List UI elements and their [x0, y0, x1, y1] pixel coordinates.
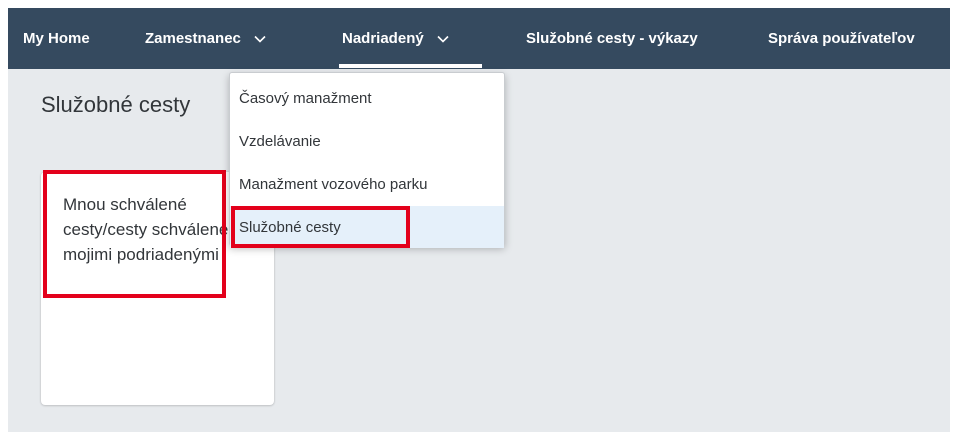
menu-item-casovy-manazment[interactable]: Časový manažment: [230, 77, 504, 119]
tile-title: Mnou schválené cesty/cesty schválené moj…: [63, 195, 229, 264]
nav-item-sprava-pouzivatelov[interactable]: Správa používateľov: [768, 8, 915, 69]
menu-item-manazment-vozoveho-parku[interactable]: Manažment vozového parku: [230, 163, 504, 205]
nav-item-label: Správa používateľov: [768, 30, 915, 47]
dropdown-menu: Časový manažment Vzdelávanie Manažment v…: [229, 72, 505, 248]
chevron-down-icon: [253, 32, 267, 46]
menu-item-label: Služobné cesty: [239, 218, 341, 236]
menu-item-label: Vzdelávanie: [239, 132, 321, 150]
page-title: Služobné cesty: [41, 92, 191, 117]
shell-bar: My Home Zamestnanec Nadriadený Služobné …: [8, 8, 950, 69]
menu-item-label: Časový manažment: [239, 89, 372, 107]
active-tab-indicator: [339, 64, 482, 68]
nav-item-label: My Home: [23, 30, 90, 47]
nav-item-my-home[interactable]: My Home: [23, 8, 90, 69]
menu-item-vzdelavanie[interactable]: Vzdelávanie: [230, 120, 504, 162]
nav-item-nadriadeny[interactable]: Nadriadený: [342, 8, 450, 69]
nav-item-label: Nadriadený: [342, 30, 424, 47]
nav-item-zamestnanec[interactable]: Zamestnanec: [145, 8, 267, 69]
menu-item-label: Manažment vozového parku: [239, 175, 428, 193]
app-frame: My Home Zamestnanec Nadriadený Služobné …: [8, 8, 950, 432]
menu-item-sluzobne-cesty[interactable]: Služobné cesty: [230, 206, 504, 248]
nav-item-label: Zamestnanec: [145, 30, 241, 47]
nav-item-label: Služobné cesty - výkazy: [526, 30, 698, 47]
nav-item-sluzobne-cesty-vykazy[interactable]: Služobné cesty - výkazy: [526, 8, 698, 69]
chevron-down-icon: [436, 32, 450, 46]
